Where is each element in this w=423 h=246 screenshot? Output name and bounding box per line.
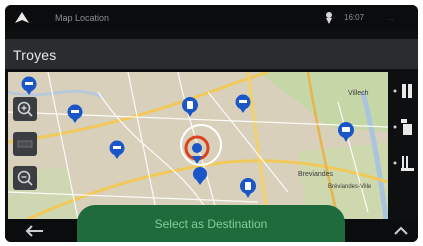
zoom-in-icon	[17, 101, 33, 117]
map-view[interactable]: Villech Breviandes Bréviandes-Ville	[8, 72, 388, 219]
map-label-1: Villech	[348, 90, 369, 97]
zoom-in-button[interactable]	[13, 97, 37, 121]
app-window: Map Location 16:07 ... Troyes Villech Br…	[5, 5, 418, 242]
select-destination-button[interactable]: Select as Destination	[77, 205, 345, 242]
status-extra: ...	[387, 13, 394, 22]
poi-icon[interactable]	[66, 104, 84, 124]
fuel-icon[interactable]	[392, 116, 416, 138]
zoom-out-button[interactable]	[13, 166, 37, 190]
back-icon[interactable]	[23, 224, 45, 238]
poi-icon[interactable]	[337, 121, 355, 143]
map-label-2: Breviandes	[298, 171, 334, 178]
poi-icon[interactable]	[20, 76, 38, 96]
restaurant-icon[interactable]	[392, 152, 416, 174]
location-title-bar: Troyes	[5, 39, 418, 69]
nav-arrow-icon	[15, 12, 29, 23]
place-name: Troyes	[13, 47, 57, 63]
gps-icon	[326, 12, 332, 24]
poi-icon[interactable]	[108, 140, 126, 160]
parking-icon[interactable]	[392, 80, 416, 102]
layers-icon	[17, 140, 33, 148]
status-bar: Map Location 16:07 ...	[5, 5, 418, 31]
map-label-3: Bréviandes-Ville	[328, 184, 372, 190]
poi-icon[interactable]	[239, 177, 257, 199]
layers-button[interactable]	[13, 132, 37, 156]
status-time: 16:07	[344, 13, 365, 22]
chevron-up-icon[interactable]	[393, 224, 409, 236]
cursor-icon[interactable]	[183, 134, 217, 186]
poi-icon[interactable]	[234, 94, 252, 114]
status-title: Map Location	[55, 13, 110, 23]
side-panel	[388, 72, 418, 219]
poi-icon[interactable]	[181, 96, 199, 118]
zoom-out-icon	[17, 170, 33, 186]
